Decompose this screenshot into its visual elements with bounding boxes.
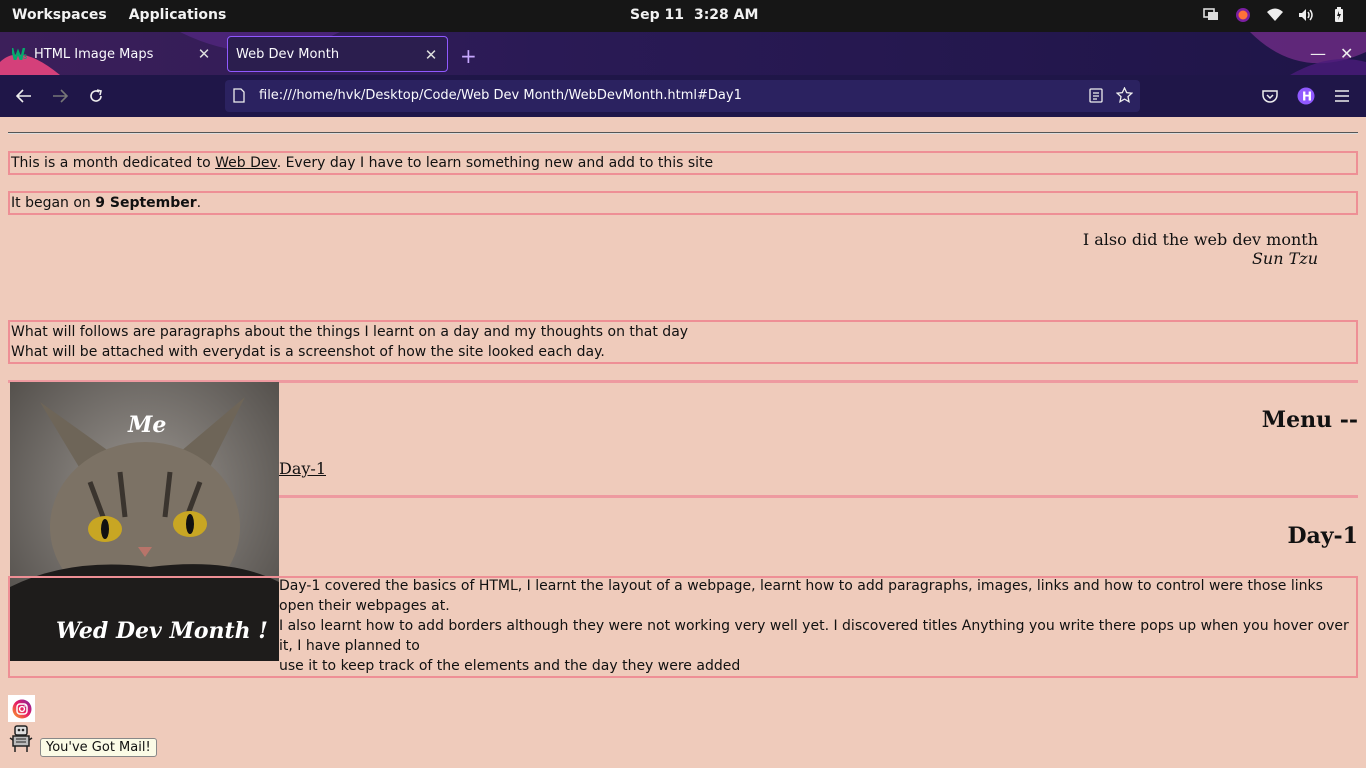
intro-text: This is a month dedicated to	[11, 155, 216, 171]
new-tab-icon[interactable]: +	[460, 44, 477, 68]
day-1-line: I also learnt how to add borders althoug…	[279, 618, 1349, 654]
quote-author: Sun Tzu	[1251, 249, 1318, 268]
reload-icon[interactable]	[85, 85, 107, 107]
forward-icon[interactable]	[49, 85, 71, 107]
horizontal-rule	[279, 495, 1358, 498]
back-icon[interactable]	[13, 85, 35, 107]
began-date: 9 September	[95, 195, 197, 211]
mail-robot-icon[interactable]	[8, 725, 34, 753]
tab-web-dev-month[interactable]: Web Dev Month ✕	[227, 36, 448, 72]
web-page: This is a month dedicated to Web Dev. Ev…	[0, 117, 1366, 768]
display-icon[interactable]	[1202, 6, 1220, 24]
began-text-end: .	[196, 195, 202, 211]
reader-view-icon[interactable]	[1089, 88, 1103, 107]
image-caption-top: Me	[127, 412, 166, 438]
menu-heading: Menu --	[1261, 407, 1358, 433]
tab-bar: 3 HTML Image Maps ✕ Web Dev Month ✕	[0, 32, 1366, 75]
clock-time: 3:28 AM	[693, 7, 759, 23]
blockquote: I also did the web dev month Sun Tzu	[1083, 230, 1318, 268]
began-paragraph: It began on 9 September.	[8, 191, 1358, 215]
began-text: It began on	[11, 195, 96, 211]
w3schools-favicon-icon: 3	[12, 46, 28, 62]
intro-paragraph: This is a month dedicated to Web Dev. Ev…	[8, 151, 1358, 175]
day-1-line: Day-1 covered the basics of HTML, I lear…	[279, 578, 1323, 614]
tooltip: You've Got Mail!	[40, 738, 157, 757]
close-tab-icon[interactable]: ✕	[423, 46, 439, 64]
tab-title: HTML Image Maps	[34, 46, 154, 62]
day-1-paragraph: Day-1 covered the basics of HTML, I lear…	[279, 576, 1354, 676]
pocket-icon[interactable]	[1259, 85, 1281, 107]
url-text[interactable]: file:///home/hvk/Desktop/Code/Web Dev Mo…	[259, 88, 742, 103]
volume-icon[interactable]	[1298, 6, 1316, 24]
close-tab-icon[interactable]: ✕	[196, 45, 212, 63]
page-info-icon[interactable]	[233, 88, 245, 107]
account-avatar-icon[interactable]: H	[1295, 85, 1317, 107]
follows-paragraph: What will follows are paragraphs about t…	[8, 320, 1358, 364]
system-top-bar: Workspaces Applications Sep 11 3:28 AM	[0, 0, 1366, 32]
instagram-icon[interactable]	[8, 695, 35, 722]
clock[interactable]: Sep 11 3:28 AM	[630, 7, 758, 23]
workspaces-button[interactable]: Workspaces	[12, 7, 107, 23]
svg-text:3: 3	[23, 54, 27, 60]
day-1-heading: Day-1	[1287, 523, 1358, 549]
web-dev-link[interactable]: Web Dev	[215, 155, 277, 171]
battery-icon[interactable]	[1330, 6, 1348, 24]
svg-text:H: H	[1302, 90, 1312, 104]
tab-title: Web Dev Month	[236, 46, 340, 62]
quote-text: I also did the web dev month	[1082, 230, 1318, 249]
close-window-icon[interactable]: ✕	[1340, 44, 1353, 63]
hamburger-menu-icon[interactable]	[1331, 85, 1353, 107]
horizontal-rule	[8, 132, 1358, 134]
day-1-line: use it to keep track of the elements and…	[279, 658, 741, 674]
applications-menu[interactable]: Applications	[129, 7, 227, 23]
follows-line: What will be attached with everydat is a…	[11, 344, 605, 360]
follows-line: What will follows are paragraphs about t…	[11, 324, 689, 340]
bookmark-star-icon[interactable]	[1115, 86, 1134, 107]
tab-html-image-maps[interactable]: 3 HTML Image Maps ✕	[4, 36, 220, 72]
intro-text-end: . Every day I have to learn something ne…	[276, 155, 714, 171]
minimize-icon[interactable]: —	[1310, 44, 1326, 63]
clock-date: Sep 11	[630, 7, 684, 23]
wifi-icon[interactable]	[1266, 6, 1284, 24]
firefox-tray-icon[interactable]	[1234, 6, 1252, 24]
day-1-link[interactable]: Day-1	[279, 459, 326, 478]
